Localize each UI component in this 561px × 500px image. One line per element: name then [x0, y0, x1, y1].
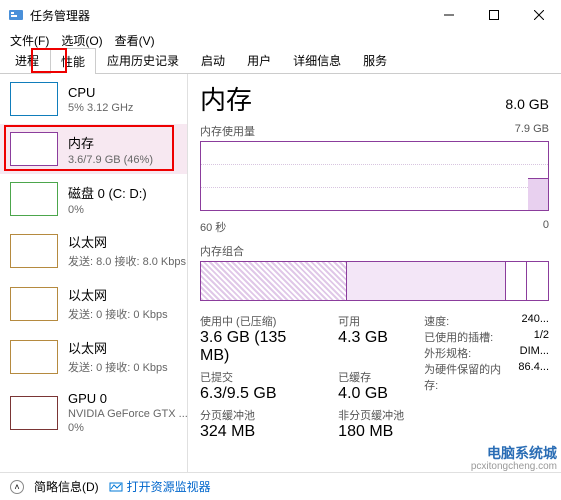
- stats-right: 速度:240... 已使用的插槽:1/2 外形规格:DIM... 为硬件保留的内…: [424, 313, 549, 441]
- maximize-button[interactable]: [471, 0, 516, 30]
- eth-thumb-icon: [10, 287, 58, 321]
- resource-monitor-link[interactable]: 打开资源监视器: [109, 478, 211, 495]
- memory-usage-graph[interactable]: [200, 141, 549, 211]
- resmon-icon: [109, 480, 123, 494]
- eth-thumb-icon: [10, 340, 58, 374]
- compo-label: 内存组合: [200, 243, 549, 259]
- x-zero: 0: [543, 219, 549, 235]
- sidebar-eth2-name: 以太网: [68, 285, 168, 304]
- sidebar-gpu-name: GPU 0: [68, 391, 188, 406]
- sidebar-item-disk[interactable]: 磁盘 0 (C: D:) 0%: [0, 174, 187, 224]
- tab-processes[interactable]: 进程: [4, 47, 50, 73]
- main-title: 内存: [200, 80, 252, 117]
- tab-users[interactable]: 用户: [236, 47, 282, 73]
- sidebar-item-eth1[interactable]: 以太网 发送: 8.0 接收: 8.0 Kbps: [0, 224, 187, 277]
- simple-view-link[interactable]: 简略信息(D): [34, 478, 99, 495]
- stat-available: 可用 4.3 GB: [338, 313, 404, 365]
- stat-cached: 已缓存 4.0 GB: [338, 369, 404, 403]
- stat-paged: 分页缓冲池 324 MB: [200, 407, 312, 441]
- sidebar-gpu-detail1: NVIDIA GeForce GTX ...: [68, 408, 188, 420]
- usage-label: 内存使用量: [200, 123, 255, 139]
- tab-performance[interactable]: 性能: [50, 48, 96, 74]
- sidebar-disk-name: 磁盘 0 (C: D:): [68, 183, 147, 202]
- sidebar-item-gpu[interactable]: GPU 0 NVIDIA GeForce GTX ... 0%: [0, 383, 187, 442]
- sidebar-eth2-detail: 发送: 0 接收: 0 Kbps: [68, 306, 168, 322]
- tab-services[interactable]: 服务: [352, 47, 398, 73]
- sidebar-gpu-detail2: 0%: [68, 422, 188, 434]
- sidebar[interactable]: CPU 5% 3.12 GHz 内存 3.6/7.9 GB (46%) 磁盘 0…: [0, 74, 188, 472]
- watermark: 电脑系统城 pcxitongcheng.com: [471, 446, 557, 472]
- chevron-up-icon[interactable]: ˄: [10, 480, 24, 494]
- tab-details[interactable]: 详细信息: [282, 47, 352, 73]
- titlebar: 任务管理器: [0, 0, 561, 30]
- minimize-button[interactable]: [426, 0, 471, 30]
- content: CPU 5% 3.12 GHz 内存 3.6/7.9 GB (46%) 磁盘 0…: [0, 74, 561, 472]
- sidebar-disk-detail: 0%: [68, 204, 147, 216]
- memory-thumb-icon: [10, 132, 58, 166]
- window-controls: [426, 0, 561, 30]
- sidebar-cpu-detail: 5% 3.12 GHz: [68, 102, 133, 114]
- usage-max: 7.9 GB: [515, 123, 549, 139]
- main-total: 8.0 GB: [505, 96, 549, 112]
- sidebar-item-eth2[interactable]: 以太网 发送: 0 接收: 0 Kbps: [0, 277, 187, 330]
- sidebar-eth3-name: 以太网: [68, 338, 168, 357]
- sidebar-item-cpu[interactable]: CPU 5% 3.12 GHz: [0, 74, 187, 124]
- stats: 使用中 (已压缩) 3.6 GB (135 MB) 可用 4.3 GB 已提交 …: [200, 313, 549, 441]
- sidebar-cpu-name: CPU: [68, 85, 133, 100]
- tab-strip: 进程 性能 应用历史记录 启动 用户 详细信息 服务: [0, 50, 561, 74]
- window-title: 任务管理器: [30, 7, 90, 24]
- eth-thumb-icon: [10, 234, 58, 268]
- sidebar-item-eth3[interactable]: 以太网 发送: 0 接收: 0 Kbps: [0, 330, 187, 383]
- tab-startup[interactable]: 启动: [190, 47, 236, 73]
- sidebar-eth1-detail: 发送: 8.0 接收: 8.0 Kbps: [68, 253, 186, 269]
- x-label: 60 秒: [200, 219, 226, 235]
- tab-app-history[interactable]: 应用历史记录: [96, 47, 190, 73]
- footer: ˄ 简略信息(D) 打开资源监视器: [0, 472, 561, 500]
- main-panel: 内存 8.0 GB 内存使用量 7.9 GB 60 秒 0 内存组合 使用中 (…: [188, 74, 561, 472]
- stat-nonpaged: 非分页缓冲池 180 MB: [338, 407, 404, 441]
- cpu-thumb-icon: [10, 82, 58, 116]
- sidebar-eth3-detail: 发送: 0 接收: 0 Kbps: [68, 359, 168, 375]
- sidebar-item-memory[interactable]: 内存 3.6/7.9 GB (46%): [0, 124, 187, 174]
- sidebar-memory-detail: 3.6/7.9 GB (46%): [68, 154, 153, 166]
- stat-in-use: 使用中 (已压缩) 3.6 GB (135 MB): [200, 313, 312, 365]
- memory-composition-graph[interactable]: [200, 261, 549, 301]
- taskmgr-icon: [8, 7, 24, 23]
- gpu-thumb-icon: [10, 396, 58, 430]
- stat-committed: 已提交 6.3/9.5 GB: [200, 369, 312, 403]
- disk-thumb-icon: [10, 182, 58, 216]
- sidebar-eth1-name: 以太网: [68, 232, 186, 251]
- close-button[interactable]: [516, 0, 561, 30]
- sidebar-memory-name: 内存: [68, 133, 153, 152]
